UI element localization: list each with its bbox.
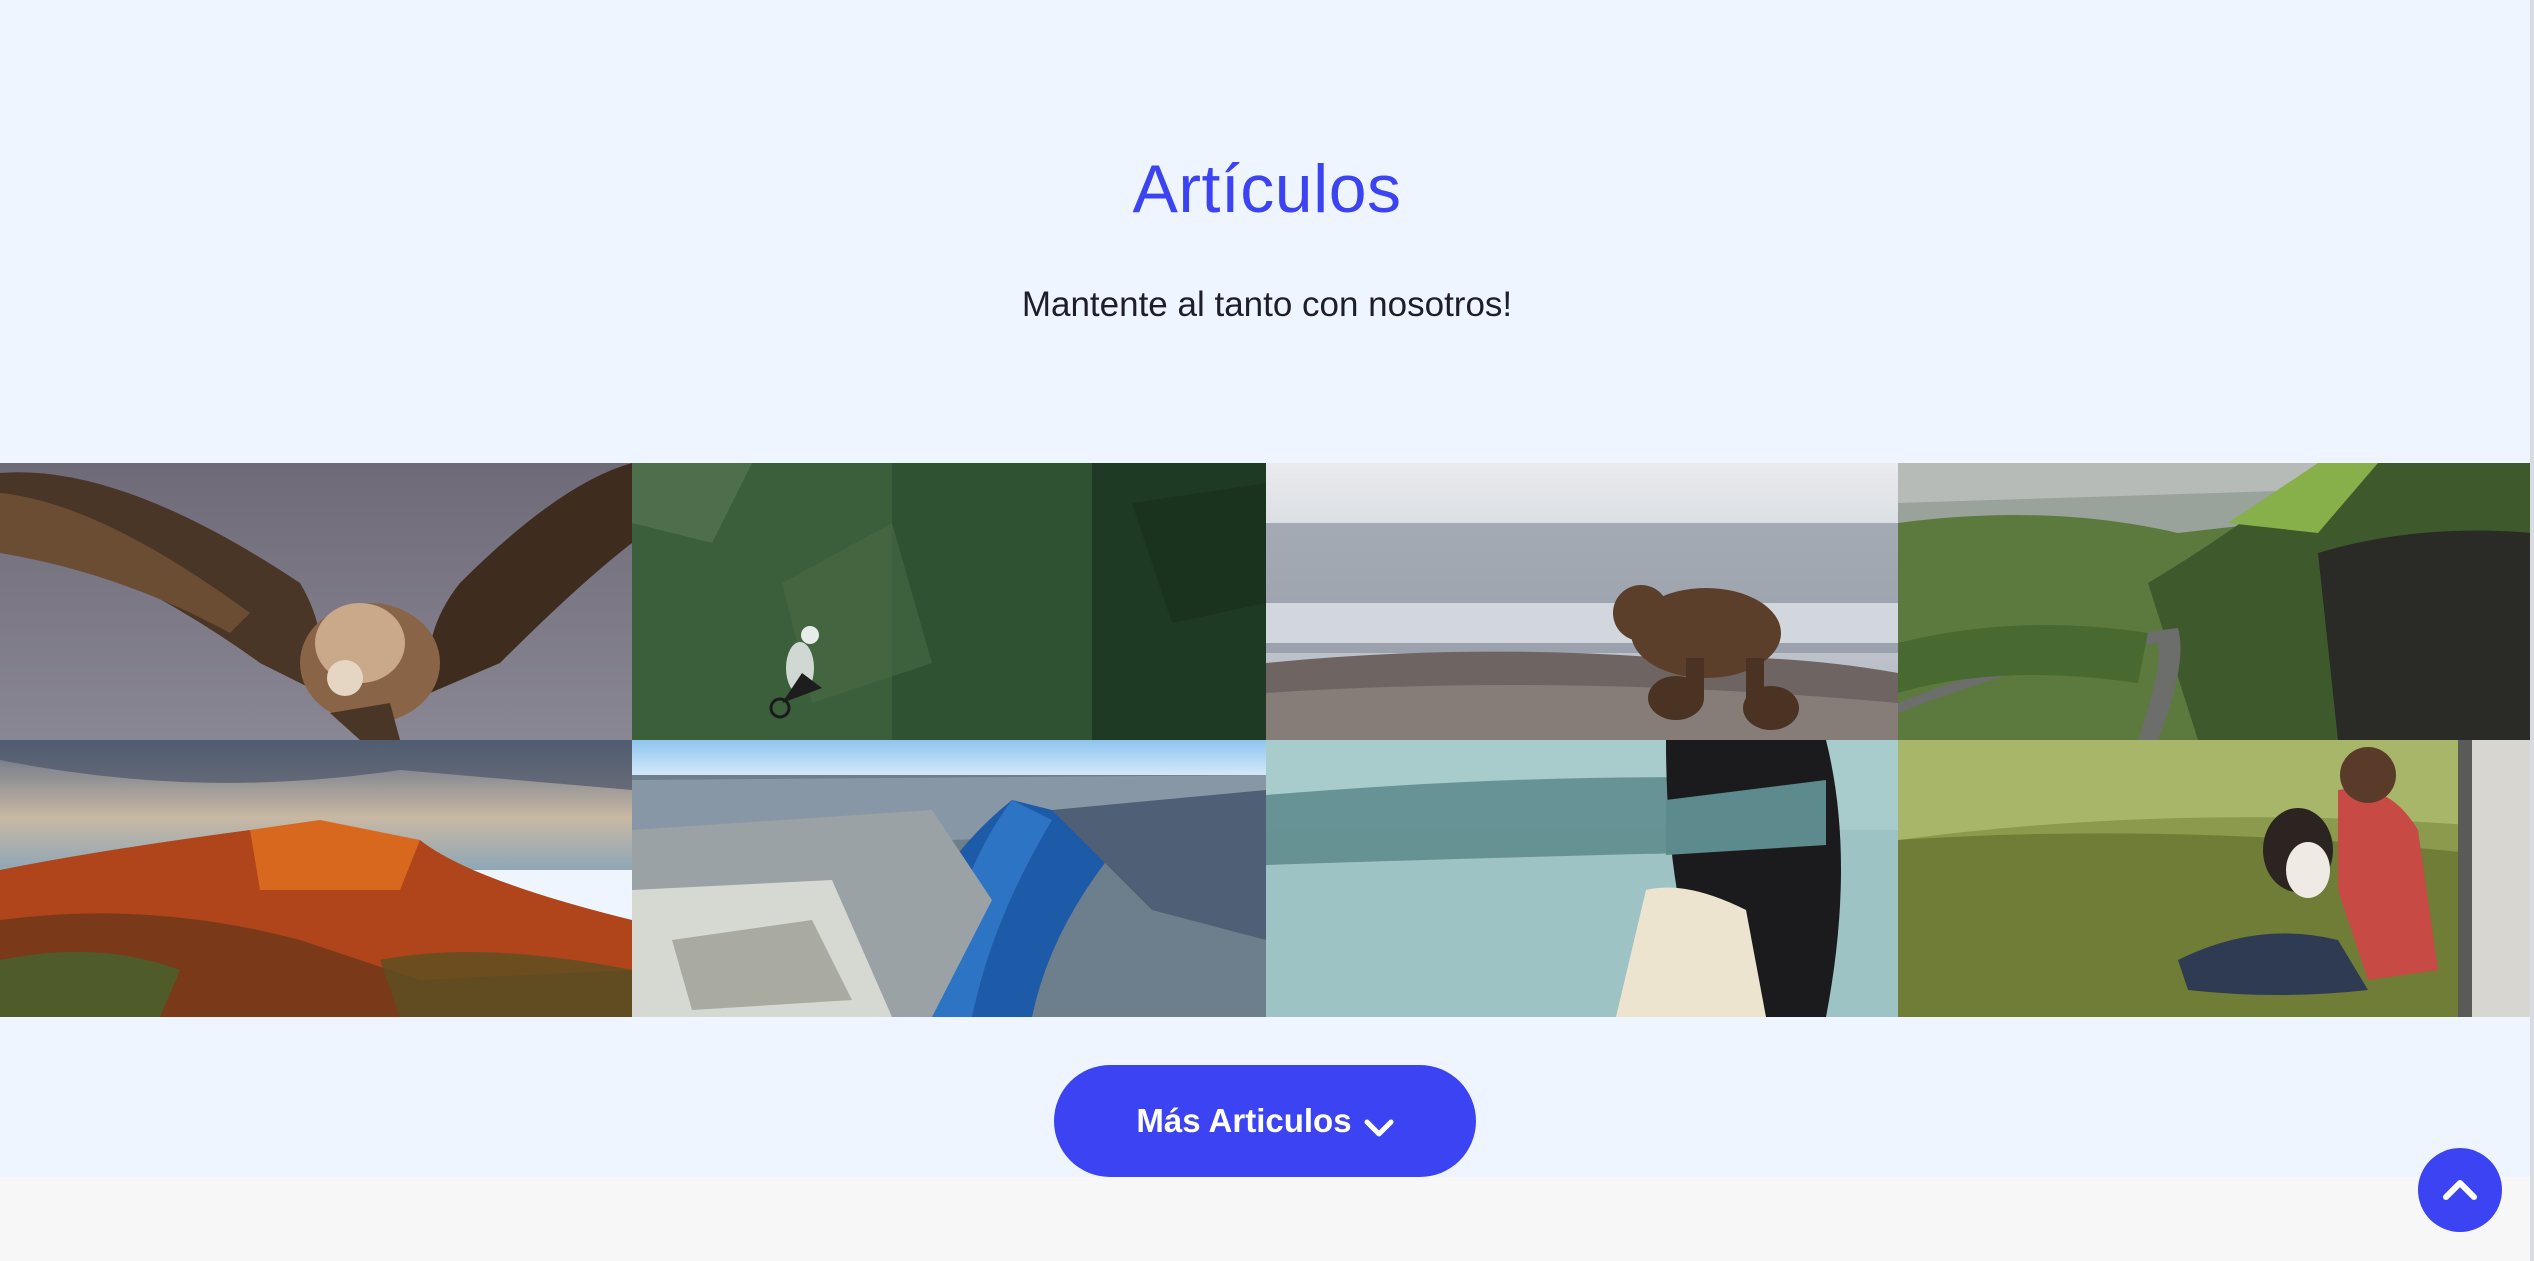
more-articles-button[interactable]: Más Articulos [1054,1065,1476,1177]
scroll-to-top-button[interactable] [2418,1148,2502,1232]
article-image-blindfolded-woman[interactable] [1266,740,1898,1017]
article-image-fjord[interactable] [632,740,1266,1017]
page-scrollbar[interactable] [2530,0,2534,1261]
article-image-bear[interactable] [1266,463,1898,740]
article-image-green-hills[interactable] [1898,463,2532,740]
chevron-up-icon [2442,1177,2478,1204]
section-title: Artículos [1132,151,1402,227]
articles-section: Artículos Mantente al tanto con nosotros… [0,0,2534,1177]
article-image-forest-biker[interactable] [632,463,1266,740]
articles-grid [0,463,2532,1017]
section-subtitle: Mantente al tanto con nosotros! [1021,285,1513,324]
article-image-vulture[interactable] [0,463,632,740]
article-image-man-with-dog[interactable] [1898,740,2532,1017]
more-articles-label: Más Articulos [1136,1102,1352,1139]
article-image-canyon[interactable] [0,740,632,1017]
chevron-down-icon [1364,1110,1394,1137]
